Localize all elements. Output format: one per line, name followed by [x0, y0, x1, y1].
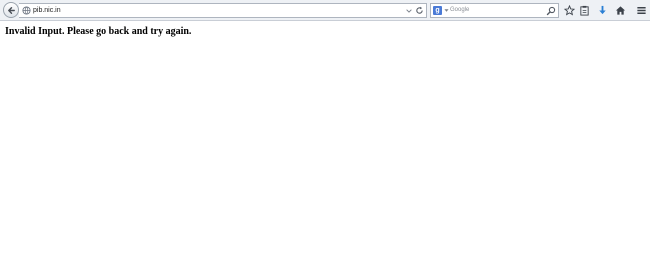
reading-list-button[interactable]	[577, 3, 591, 17]
menu-button[interactable]	[634, 3, 648, 17]
search-engine-chevron-icon[interactable]	[444, 8, 449, 13]
google-icon[interactable]: g	[433, 6, 442, 15]
search-bar[interactable]: g Google	[430, 3, 559, 18]
back-icon	[7, 6, 15, 14]
search-placeholder[interactable]: Google	[450, 5, 469, 16]
downloads-icon	[598, 5, 606, 14]
page-content: Invalid Input. Please go back and try ag…	[5, 26, 191, 38]
url-text[interactable]: pib.nic.in	[33, 5, 61, 16]
browser-toolbar: pib.nic.in g Google	[0, 0, 650, 21]
url-bar[interactable]: pib.nic.in	[19, 3, 427, 18]
error-message: Invalid Input. Please go back and try ag…	[5, 26, 192, 37]
url-dropdown-icon[interactable]	[405, 6, 413, 15]
back-button[interactable]	[3, 2, 19, 18]
menu-icon	[636, 6, 646, 14]
bookmark-star-icon	[563, 4, 575, 15]
home-icon	[615, 5, 625, 15]
reload-icon[interactable]	[415, 6, 424, 15]
home-button[interactable]	[613, 3, 627, 17]
downloads-button[interactable]	[595, 3, 609, 17]
bookmark-star-button[interactable]	[562, 3, 576, 17]
globe-icon	[22, 6, 31, 15]
reading-list-icon	[579, 5, 589, 16]
search-icon[interactable]	[546, 6, 556, 16]
